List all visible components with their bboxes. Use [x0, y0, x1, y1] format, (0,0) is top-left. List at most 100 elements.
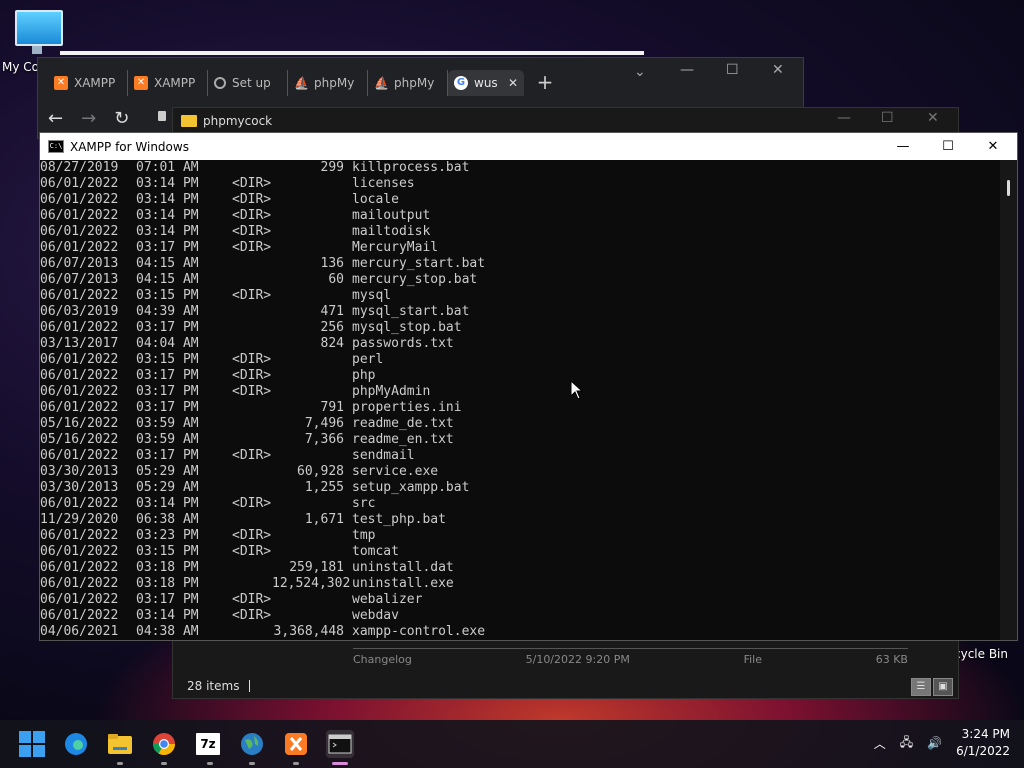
- console-output[interactable]: 08/27/2019 07:01 AM 299 killprocess.bat 06/0…: [40, 160, 1000, 640]
- console-date: 05/16/2022: [40, 416, 119, 431]
- console-date: 06/01/2022: [40, 352, 119, 367]
- console-time: 04:15 AM: [136, 272, 199, 287]
- close-tab-icon[interactable]: ✕: [508, 76, 518, 90]
- console-size: [272, 528, 344, 544]
- console-size: 471: [320, 304, 344, 319]
- console-date: 06/01/2022: [40, 528, 119, 543]
- console-line: 03/13/2017 04:04 AM 824 passwords.txt: [40, 336, 1000, 352]
- tab-xampp-1[interactable]: ✕ XAMPP: [48, 70, 128, 96]
- console-line: 06/01/2022 03:17 PM 791 properties.ini: [40, 400, 1000, 416]
- computer-icon: [15, 10, 63, 54]
- console-date: 08/27/2019: [40, 160, 119, 175]
- minimize-icon[interactable]: —: [837, 110, 851, 126]
- tab-label: Set up: [232, 76, 271, 90]
- console-time: 05:29 AM: [136, 464, 199, 479]
- forward-icon[interactable]: →: [81, 108, 96, 129]
- minimize-icon[interactable]: —: [680, 62, 694, 78]
- tab-google-active[interactable]: Gwus ✕: [448, 70, 524, 96]
- tab-label: XAMPP: [154, 76, 196, 90]
- xampp-icon: ✕: [134, 76, 148, 90]
- console-size: [272, 368, 344, 384]
- console-size: 7,366: [304, 432, 344, 447]
- xampp-icon: ✕: [54, 76, 68, 90]
- console-size: [272, 288, 344, 304]
- scrollbar-thumb[interactable]: [1007, 180, 1010, 196]
- maximize-icon[interactable]: ☐: [925, 133, 971, 160]
- console-name: locale: [352, 192, 399, 207]
- tab-setup[interactable]: Set up: [208, 70, 288, 96]
- xampp-button[interactable]: [282, 730, 310, 765]
- tiles-view-icon[interactable]: ▣: [933, 678, 953, 696]
- console-date: 06/01/2022: [40, 448, 119, 463]
- network-icon[interactable]: 🖧: [900, 733, 913, 754]
- console-dir: [232, 160, 272, 176]
- maximize-icon[interactable]: ☐: [726, 62, 739, 78]
- console-line: 06/01/2022 03:17 PM <DIR> MercuryMail: [40, 240, 1000, 256]
- console-line: 06/01/2022 03:18 PM 12,524,302 uninstall.ex…: [40, 576, 1000, 592]
- console-dir: <DIR>: [232, 208, 272, 223]
- view-toggle: ☰ ▣: [911, 678, 953, 696]
- file-explorer-button[interactable]: [106, 730, 134, 765]
- tab-phpmyadmin-2[interactable]: ⛵ phpMy: [368, 70, 448, 96]
- console-dir: <DIR>: [232, 496, 272, 511]
- edge-button[interactable]: [62, 730, 90, 758]
- tab-search-icon[interactable]: ⌄: [634, 64, 646, 80]
- clock[interactable]: 3:24 PM 6/1/2022: [956, 726, 1010, 760]
- console-time: 03:14 PM: [136, 176, 199, 191]
- console-name: mercury_start.bat: [352, 256, 486, 271]
- minimize-icon[interactable]: —: [880, 133, 926, 160]
- console-size: 299: [320, 160, 344, 175]
- chevron-up-icon[interactable]: ︿: [874, 735, 886, 752]
- 7zip-button[interactable]: 7z: [196, 733, 220, 765]
- close-icon[interactable]: ✕: [970, 133, 1016, 160]
- globe-icon: [241, 733, 263, 755]
- volume-icon[interactable]: 🔊: [927, 736, 942, 750]
- recycle-bin-label[interactable]: cycle Bin: [954, 647, 1008, 661]
- console-date: 03/13/2017: [40, 336, 119, 351]
- console-size: [272, 352, 344, 368]
- details-view-icon[interactable]: ☰: [911, 678, 931, 696]
- tab-phpmyadmin-1[interactable]: ⛵ phpMy: [288, 70, 368, 96]
- taskbar-apps: 7z: [18, 730, 354, 765]
- close-icon[interactable]: ✕: [772, 62, 784, 78]
- console-size: 60,928: [297, 464, 344, 479]
- console-line: 03/30/2013 05:29 AM 60,928 service.exe: [40, 464, 1000, 480]
- console-time: 03:59 AM: [136, 416, 199, 431]
- console-line: 05/16/2022 03:59 AM 7,496 readme_de.txt: [40, 416, 1000, 432]
- console-window[interactable]: C:\ XAMPP for Windows — ☐ ✕ 08/27/2019 07…: [39, 132, 1018, 641]
- console-line: 06/01/2022 03:17 PM <DIR> php: [40, 368, 1000, 384]
- console-size: 3,368,448: [273, 624, 344, 639]
- console-date: 06/01/2022: [40, 320, 119, 335]
- tab-label: phpMy: [394, 76, 435, 90]
- status-divider: [249, 680, 251, 692]
- console-dir: <DIR>: [232, 288, 272, 303]
- maximize-icon[interactable]: ☐: [881, 110, 894, 126]
- console-date: 06/01/2022: [40, 288, 119, 303]
- console-name: test_php.bat: [352, 512, 446, 527]
- console-time: 06:38 AM: [136, 512, 199, 527]
- globe-app-button[interactable]: [238, 730, 266, 765]
- console-dir: [232, 256, 272, 272]
- file-row[interactable]: Changelog 5/10/2022 9:20 PM File 63 KB: [353, 648, 908, 666]
- reload-icon[interactable]: ↻: [114, 108, 129, 129]
- edge-icon: [65, 733, 87, 755]
- phpmyadmin-icon: ⛵: [374, 76, 389, 90]
- back-icon[interactable]: ←: [48, 108, 63, 129]
- console-date: 05/16/2022: [40, 432, 119, 447]
- tab-xampp-2[interactable]: ✕ XAMPP: [128, 70, 208, 96]
- file-type: File: [743, 653, 762, 666]
- console-time: 03:17 PM: [136, 368, 199, 383]
- terminal-button[interactable]: [326, 730, 354, 765]
- scrollbar[interactable]: [1000, 160, 1017, 640]
- console-dir: <DIR>: [232, 192, 272, 207]
- console-line: 06/01/2022 03:15 PM <DIR> perl: [40, 352, 1000, 368]
- close-icon[interactable]: ✕: [927, 110, 939, 126]
- chrome-button[interactable]: [150, 730, 178, 765]
- console-dir: <DIR>: [232, 592, 272, 607]
- console-name: mysql_stop.bat: [352, 320, 462, 335]
- new-tab-button[interactable]: +: [532, 70, 558, 96]
- console-time: 03:15 PM: [136, 544, 199, 559]
- start-button[interactable]: [18, 730, 46, 758]
- 7zip-icon: 7z: [200, 737, 216, 751]
- console-date: 06/01/2022: [40, 576, 119, 591]
